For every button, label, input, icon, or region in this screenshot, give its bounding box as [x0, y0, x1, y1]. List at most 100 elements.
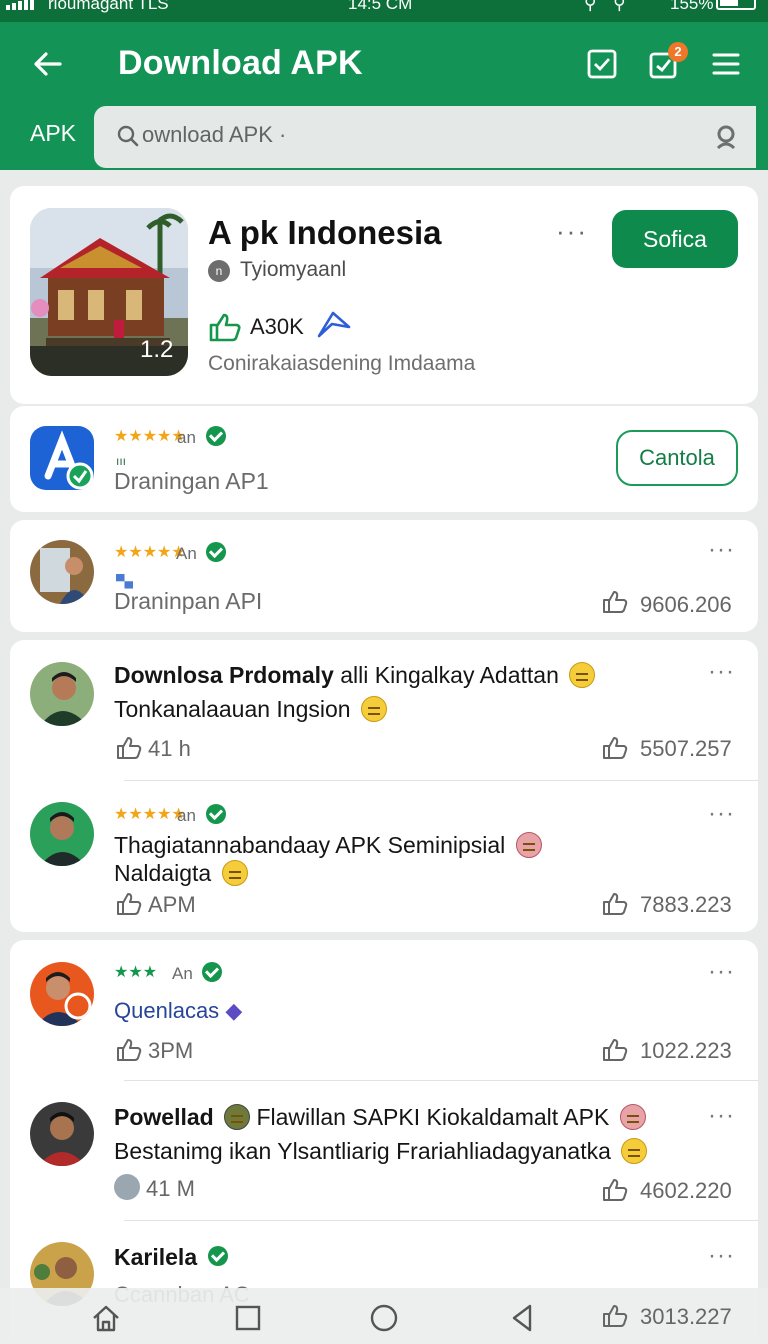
avatar[interactable]: [30, 662, 94, 726]
rating-meta: an: [177, 428, 196, 447]
post-text: Bestanimg ikan Ylsantliarig Frariahliada…: [114, 1138, 648, 1165]
app-list-item[interactable]: ★★★★★ an ııı Draningan AP1 Cantola: [10, 406, 758, 512]
status-bar: rioumagant TLS 14:5 CM ⚲ ⚲ 155%: [0, 0, 768, 22]
app-bar: Download APK 2 APK ownload APK ·: [0, 22, 768, 170]
battery-icon: [716, 0, 756, 10]
more-options-icon[interactable]: ···: [708, 958, 735, 986]
post-link-label[interactable]: Quenlacas: [114, 998, 219, 1023]
carrier-label: rioumagant TLS: [48, 0, 169, 13]
home-icon[interactable]: [90, 1302, 122, 1334]
post-line: Bestanimg ikan Ylsantliarig Frariahliada…: [114, 1138, 611, 1164]
developer-name[interactable]: Tyiomyaanl: [240, 258, 346, 282]
grin-emoji-icon: [221, 860, 248, 886]
signal-icon: [6, 0, 34, 10]
post-link[interactable]: Quenlacas ◆: [114, 998, 242, 1024]
app-list-item[interactable]: ★★★★★ An ▀▄ Draninpan API ··· 9606.206: [10, 520, 758, 632]
divider: [124, 1220, 758, 1221]
verified-icon: [206, 542, 226, 562]
post-text: Thagiatannabandaay APK Seminipsial: [114, 832, 542, 859]
like-icon[interactable]: [208, 312, 242, 342]
tab-apk[interactable]: APK: [30, 120, 76, 147]
sticker-emoji-icon: [515, 832, 542, 858]
post-author[interactable]: Downlosa Prdomaly: [114, 662, 334, 688]
featured-app-card[interactable]: 1.2 A pk Indonesia ··· Sofica n Tyiomyaa…: [10, 186, 758, 404]
app-thumbnail[interactable]: 1.2: [30, 208, 188, 376]
like-icon[interactable]: [602, 1304, 628, 1328]
checkbox-icon[interactable]: [584, 46, 620, 82]
divider: [124, 780, 758, 781]
open-button[interactable]: Cantola: [616, 430, 738, 486]
post-author[interactable]: Powellad: [114, 1104, 214, 1130]
gem-icon: ◆: [225, 998, 243, 1023]
recents-icon[interactable]: [232, 1302, 264, 1334]
avatar[interactable]: [30, 1102, 94, 1166]
menu-icon[interactable]: [708, 46, 744, 82]
verified-icon: [202, 962, 222, 982]
like-count: 9606.206: [640, 592, 732, 617]
mini-avatar: [114, 1174, 140, 1200]
avatar[interactable]: [30, 962, 94, 1026]
app-subtitle: Conirakaiasdening Imdaama: [208, 352, 476, 375]
send-icon[interactable]: [316, 310, 352, 340]
page-title: Download APK: [118, 44, 363, 82]
app-name[interactable]: Draningan AP1: [114, 468, 269, 495]
reaction-count: 5507.257: [640, 736, 732, 761]
search-icon: [117, 125, 139, 147]
divider: [124, 1080, 758, 1081]
like-icon[interactable]: [116, 892, 142, 916]
more-options-icon[interactable]: ···: [708, 800, 735, 828]
reaction-count: 3013.227: [640, 1304, 732, 1329]
star-rating: ★★★★★: [114, 806, 186, 823]
post-likes: APM: [148, 892, 196, 917]
notification-badge: 2: [668, 42, 688, 62]
app-thumbnail-badge: 1.2: [140, 336, 174, 363]
star-rating: ★★★: [114, 964, 158, 981]
post-likes: 3PM: [148, 1038, 194, 1063]
like-icon[interactable]: [602, 1038, 628, 1062]
post-text: Naldaigta: [114, 860, 248, 887]
back-triangle-icon[interactable]: [506, 1302, 538, 1334]
search-bar[interactable]: ownload APK ·: [94, 106, 756, 168]
post-line: Naldaigta: [114, 860, 212, 886]
post-text: Powellad Flawillan SAPKI Kiokaldamalt AP…: [114, 1104, 646, 1131]
star-rating: ★★★★★: [114, 428, 186, 445]
avatar[interactable]: [30, 540, 94, 604]
like-icon[interactable]: [602, 590, 628, 614]
more-options-icon[interactable]: ···: [708, 536, 735, 564]
avatar[interactable]: [30, 802, 94, 866]
like-icon[interactable]: [602, 1178, 628, 1202]
post-line: Thagiatannabandaay APK Seminipsial: [114, 832, 506, 858]
posts-card: Downlosa Prdomaly alli Kingalkay Adattan…: [10, 640, 758, 932]
post-text: Karilela: [114, 1244, 197, 1271]
more-options-icon[interactable]: ···: [708, 1242, 735, 1270]
like-icon[interactable]: [602, 892, 628, 916]
like-icon[interactable]: [116, 1038, 142, 1062]
search-input[interactable]: ownload APK ·: [142, 122, 286, 148]
post-author[interactable]: Karilela: [114, 1244, 197, 1270]
app-icon[interactable]: [30, 426, 94, 490]
app-name[interactable]: A pk Indonesia: [208, 214, 441, 252]
more-options-icon[interactable]: ···: [556, 216, 588, 247]
post-text: Downlosa Prdomaly alli Kingalkay Adattan: [114, 662, 596, 689]
like-count: A30K: [250, 314, 304, 339]
rating-meta: An: [172, 964, 193, 983]
battery-level: 155%: [670, 0, 714, 13]
badge-emoji-icon: [224, 1104, 251, 1130]
like-icon[interactable]: [602, 736, 628, 760]
developer-icon: n: [208, 260, 230, 282]
app-name[interactable]: Draninpan API: [114, 588, 262, 615]
post-text: Tonkanalaauan Ingsion: [114, 696, 387, 723]
back-arrow-icon[interactable]: [28, 44, 68, 84]
more-options-icon[interactable]: ···: [708, 658, 735, 686]
more-options-icon[interactable]: ···: [708, 1102, 735, 1130]
posts-card: ★★★ An Quenlacas ◆ 3PM ··· 1022.223 Powe…: [10, 940, 758, 1340]
grin-emoji-icon: [621, 1138, 648, 1164]
reaction-count: 4602.220: [640, 1178, 732, 1203]
sticker-emoji-icon: [619, 1104, 646, 1130]
status-icons: ⚲ ⚲: [584, 0, 632, 13]
circle-home-icon[interactable]: [368, 1302, 400, 1334]
verified-icon: [208, 1246, 228, 1266]
like-icon[interactable]: [116, 736, 142, 760]
voice-icon[interactable]: [712, 122, 742, 152]
install-button[interactable]: Sofica: [612, 210, 738, 268]
